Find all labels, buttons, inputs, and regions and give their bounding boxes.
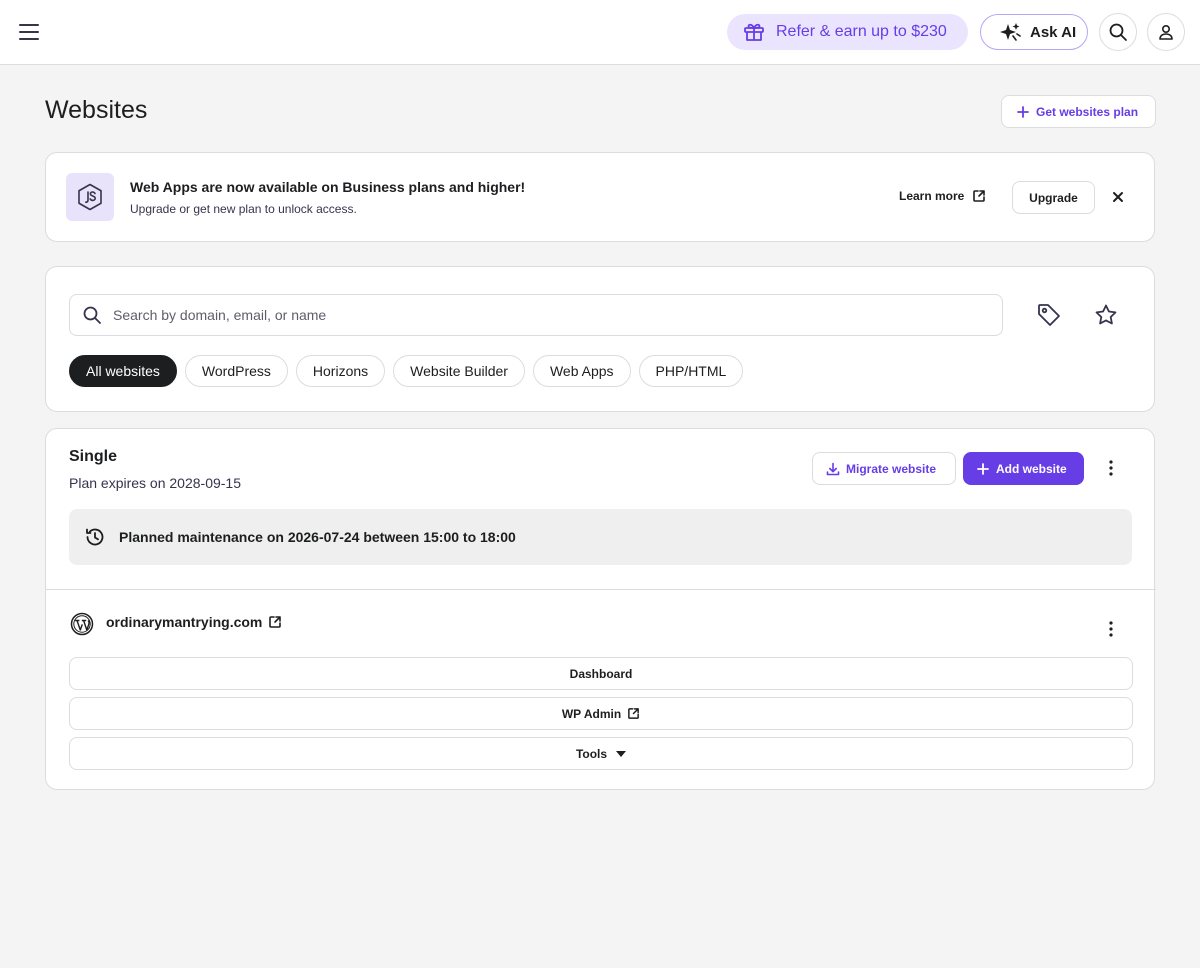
external-link-icon — [268, 615, 282, 629]
wordpress-icon — [70, 612, 94, 636]
caret-down-icon — [616, 750, 627, 757]
dashboard-label: Dashboard — [569, 666, 633, 681]
filter-website-builder[interactable]: Website Builder — [393, 355, 525, 387]
search-icon — [1108, 22, 1128, 42]
refer-label: Refer & earn up to $230 — [776, 23, 947, 40]
tag-icon[interactable] — [1036, 302, 1062, 328]
maintenance-notice: Planned maintenance on 2026-07-24 betwee… — [69, 509, 1132, 565]
filter-wordpress[interactable]: WordPress — [184, 355, 288, 387]
get-websites-plan-button[interactable]: Get websites plan — [1001, 95, 1156, 128]
plan-more-options-icon[interactable] — [1101, 458, 1121, 478]
close-icon[interactable] — [1109, 188, 1127, 206]
search-icon — [82, 305, 102, 325]
nodejs-icon — [66, 173, 114, 221]
ask-ai-button[interactable]: Ask AI — [980, 14, 1088, 50]
maintenance-text: Planned maintenance on 2026-07-24 betwee… — [119, 529, 516, 545]
website-domain-link[interactable]: ordinarymantrying.com — [106, 614, 282, 630]
filter-chips: All websites WordPress Horizons Website … — [69, 355, 744, 387]
wp-admin-label: WP Admin — [561, 706, 622, 721]
external-link-icon — [972, 189, 986, 203]
add-website-label: Add website — [996, 461, 1067, 476]
download-icon — [826, 462, 840, 476]
filter-php-html[interactable]: PHP/HTML — [638, 355, 744, 387]
website-domain: ordinarymantrying.com — [106, 614, 263, 630]
tools-label: Tools — [575, 746, 608, 761]
learn-more-label: Learn more — [899, 189, 965, 203]
hamburger-icon[interactable] — [18, 21, 40, 43]
plus-icon — [1016, 105, 1030, 119]
ask-ai-label: Ask AI — [1030, 23, 1077, 41]
get-plan-label: Get websites plan — [1036, 104, 1139, 119]
star-icon[interactable] — [1094, 303, 1118, 327]
filter-horizons[interactable]: Horizons — [295, 355, 386, 387]
search-field[interactable] — [69, 294, 1003, 336]
search-input[interactable] — [113, 307, 973, 323]
banner-subtitle: Upgrade or get new plan to unlock access… — [130, 202, 357, 216]
plan-name: Single — [69, 448, 118, 465]
refer-earn-button[interactable]: Refer & earn up to $230 — [727, 14, 968, 50]
plan-expiry: Plan expires on 2028-09-15 — [69, 475, 242, 491]
filter-all-websites[interactable]: All websites — [69, 355, 177, 387]
account-button[interactable] — [1147, 13, 1185, 51]
tools-dropdown[interactable]: Tools — [69, 737, 1133, 770]
search-filter-card: All websites WordPress Horizons Website … — [45, 266, 1155, 412]
migrate-label: Migrate website — [846, 461, 937, 476]
learn-more-link[interactable]: Learn more — [899, 189, 986, 203]
page-title: Websites — [45, 96, 148, 124]
divider — [46, 589, 1156, 590]
web-apps-banner: Web Apps are now available on Business p… — [45, 152, 1155, 242]
user-icon — [1157, 23, 1175, 41]
migrate-website-button[interactable]: Migrate website — [812, 452, 956, 485]
plan-card: Single Plan expires on 2028-09-15 Migrat… — [45, 428, 1156, 790]
external-link-icon — [627, 707, 640, 720]
website-more-options-icon[interactable] — [1101, 619, 1121, 639]
top-bar: Refer & earn up to $230 Ask AI — [0, 0, 1200, 65]
sparkle-icon — [999, 21, 1021, 43]
upgrade-button[interactable]: Upgrade — [1012, 181, 1095, 214]
banner-title: Web Apps are now available on Business p… — [130, 179, 526, 195]
plus-icon — [976, 462, 990, 476]
dashboard-button[interactable]: Dashboard — [69, 657, 1133, 690]
add-website-button[interactable]: Add website — [963, 452, 1084, 485]
gift-icon — [742, 20, 766, 44]
history-icon — [84, 526, 106, 548]
wp-admin-button[interactable]: WP Admin — [69, 697, 1133, 730]
filter-web-apps[interactable]: Web Apps — [532, 355, 631, 387]
header-search-button[interactable] — [1099, 13, 1137, 51]
